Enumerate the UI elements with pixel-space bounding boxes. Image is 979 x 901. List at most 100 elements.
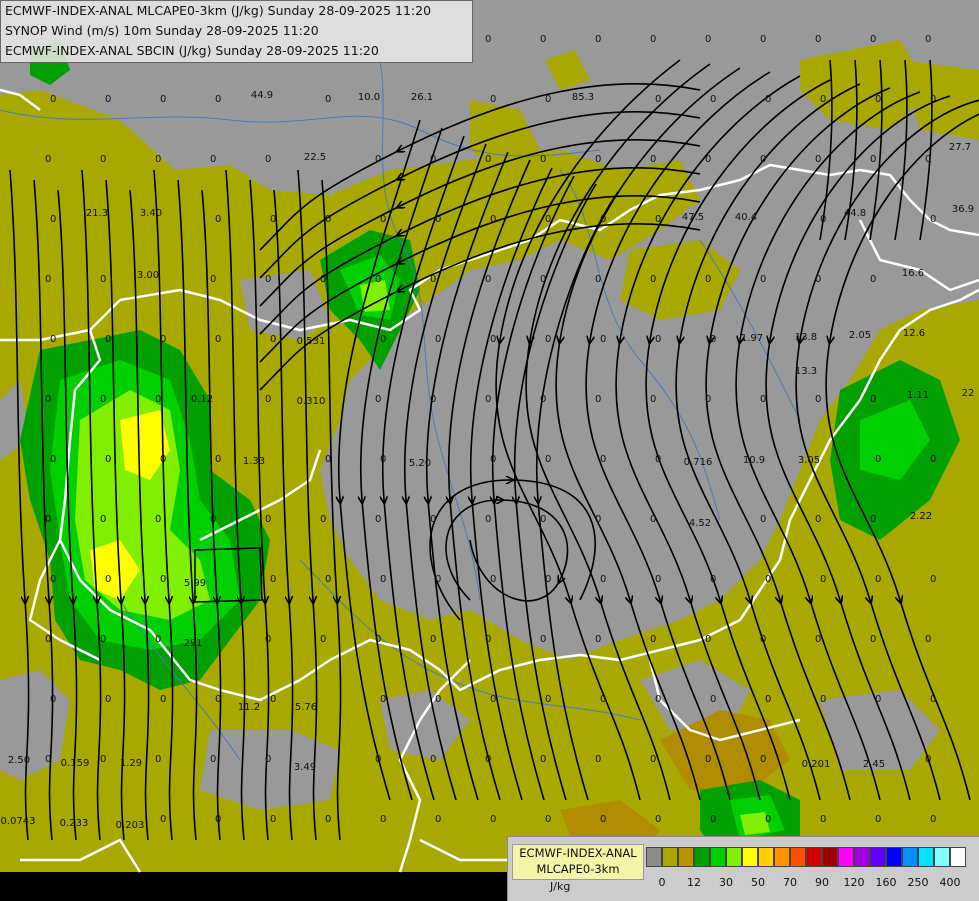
legend-swatch xyxy=(822,847,838,867)
grid-value: 0 xyxy=(375,754,381,765)
grid-value: 0 xyxy=(595,274,601,285)
grid-value: 0 xyxy=(815,274,821,285)
grid-value: 0 xyxy=(325,454,331,465)
station-value: 13.8 xyxy=(795,332,817,343)
station-value: 2.45 xyxy=(863,759,885,770)
grid-value: 0 xyxy=(485,634,491,645)
grid-value: 0 xyxy=(930,814,936,825)
grid-value: 0 xyxy=(760,274,766,285)
grid-value: 0 xyxy=(105,334,111,345)
grid-value: 0 xyxy=(545,694,551,705)
grid-value: 0 xyxy=(100,634,106,645)
station-value: 0.531 xyxy=(297,336,326,347)
station-value: 47.5 xyxy=(682,212,704,223)
grid-value: 0 xyxy=(265,634,271,645)
station-value: 21.3 xyxy=(86,208,108,219)
grid-value: 0 xyxy=(760,754,766,765)
color-legend: ECMWF-INDEX-ANAL MLCAPE0-3km J/kg 0 12 30 5… xyxy=(507,836,979,901)
grid-value: 0 xyxy=(430,634,436,645)
grid-value: 0 xyxy=(600,694,606,705)
grid-value: 0 xyxy=(210,514,216,525)
grid-value: 0 xyxy=(485,514,491,525)
grid-value: 0 xyxy=(435,574,441,585)
legend-swatch xyxy=(678,847,694,867)
grid-value: 0 xyxy=(760,634,766,645)
grid-value: 0 xyxy=(105,694,111,705)
grid-value: 0 xyxy=(870,274,876,285)
grid-value: 0 xyxy=(540,634,546,645)
grid-value: 0 xyxy=(540,154,546,165)
grid-value: 0 xyxy=(45,514,51,525)
grid-value: 0 xyxy=(650,514,656,525)
station-value: 0.203 xyxy=(116,820,145,831)
grid-value: 0 xyxy=(545,214,551,225)
grid-value: 0 xyxy=(540,394,546,405)
grid-value: 0 xyxy=(655,214,661,225)
legend-tick-label: 70 xyxy=(783,876,797,889)
grid-value: 0 xyxy=(930,94,936,105)
legend-swatch xyxy=(790,847,806,867)
grid-value: 0 xyxy=(545,454,551,465)
grid-value: 0 xyxy=(375,274,381,285)
grid-value: 0 xyxy=(320,274,326,285)
grid-value: 0 xyxy=(820,214,826,225)
grid-value: 0 xyxy=(215,814,221,825)
grid-value: 0 xyxy=(540,514,546,525)
legend-swatch xyxy=(758,847,774,867)
grid-value: 0 xyxy=(930,574,936,585)
legend-swatch xyxy=(726,847,742,867)
grid-value: 0 xyxy=(435,214,441,225)
grid-value: 0 xyxy=(155,634,161,645)
grid-value: 0 xyxy=(270,334,276,345)
grid-value: 0 xyxy=(215,214,221,225)
station-value: 36.9 xyxy=(952,204,974,215)
grid-value: 0 xyxy=(870,34,876,45)
grid-value: 0 xyxy=(595,514,601,525)
grid-value: 0 xyxy=(600,214,606,225)
station-value: 40.4 xyxy=(735,212,757,223)
grid-value: 0 xyxy=(600,454,606,465)
grid-value: 0 xyxy=(595,34,601,45)
grid-value: 0 xyxy=(430,514,436,525)
grid-value: 0 xyxy=(925,754,931,765)
grid-value: 0 xyxy=(325,574,331,585)
station-value: 85.3 xyxy=(572,92,594,103)
grid-value: 0 xyxy=(595,754,601,765)
grid-value: 0 xyxy=(705,274,711,285)
grid-value: 0 xyxy=(540,34,546,45)
grid-value: 0 xyxy=(155,394,161,405)
grid-value: 0 xyxy=(215,694,221,705)
grid-value: 0 xyxy=(655,454,661,465)
grid-value: 0 xyxy=(650,394,656,405)
station-value: 5.99 xyxy=(184,578,206,589)
grid-value: 0 xyxy=(100,394,106,405)
grid-value: 0 xyxy=(105,574,111,585)
grid-value: 0 xyxy=(265,514,271,525)
grid-value: 0 xyxy=(540,754,546,765)
legend-swatch xyxy=(950,847,966,867)
grid-value: 0 xyxy=(595,394,601,405)
station-value: 0.716 xyxy=(684,457,713,468)
grid-value: 0 xyxy=(325,214,331,225)
grid-value: 0 xyxy=(50,454,56,465)
legend-title-line1: ECMWF-INDEX-ANAL xyxy=(519,846,637,860)
station-value: 22 xyxy=(962,388,975,399)
grid-value: 0 xyxy=(925,34,931,45)
grid-value: 0 xyxy=(870,394,876,405)
station-value: 2.22 xyxy=(910,511,932,522)
grid-value: 0 xyxy=(705,394,711,405)
grid-value: 0 xyxy=(105,454,111,465)
grid-value: 0 xyxy=(545,334,551,345)
grid-value: 0 xyxy=(540,274,546,285)
grid-value: 0 xyxy=(270,694,276,705)
grid-value: 0 xyxy=(320,514,326,525)
grid-value: 0 xyxy=(870,154,876,165)
station-value: 11.2 xyxy=(238,702,260,713)
grid-value: 0 xyxy=(320,634,326,645)
legend-tick-label: 12 xyxy=(687,876,701,889)
station-value: 4.52 xyxy=(689,518,711,529)
grid-value: 0 xyxy=(490,454,496,465)
station-value: 0.0743 xyxy=(1,816,36,827)
grid-value: 0 xyxy=(100,154,106,165)
grid-value: 0 xyxy=(655,574,661,585)
